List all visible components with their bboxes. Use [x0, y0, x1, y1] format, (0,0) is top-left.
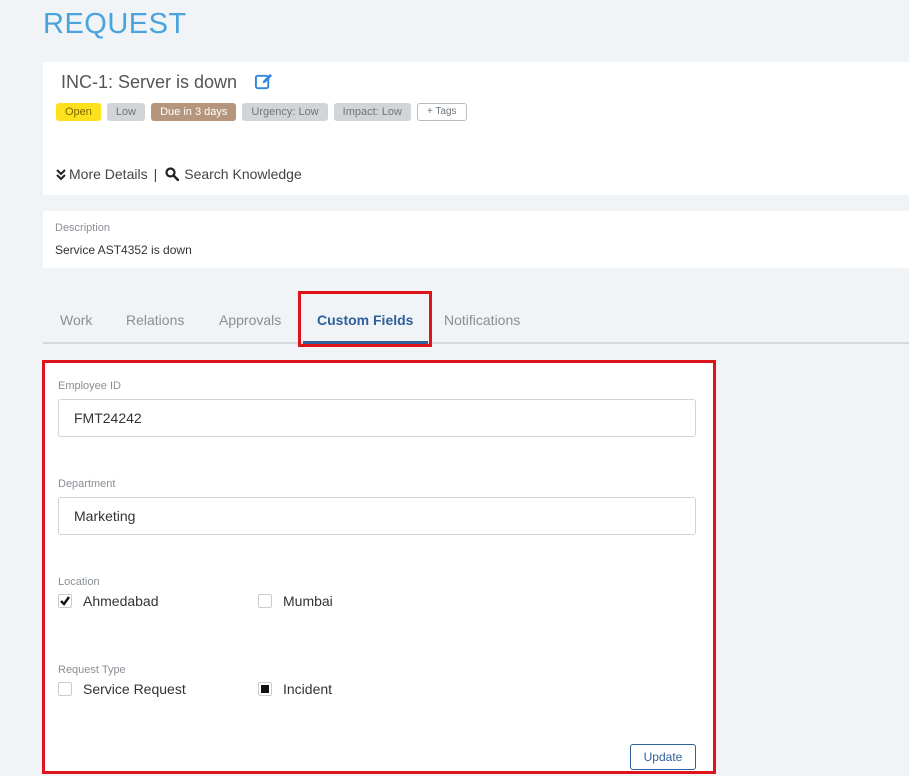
radio-unselected[interactable] — [58, 682, 72, 696]
location-option-mumbai[interactable]: Mumbai — [258, 593, 333, 609]
option-label: Service Request — [83, 681, 186, 697]
check-icon — [60, 596, 70, 606]
search-knowledge-link[interactable]: Search Knowledge — [184, 166, 302, 182]
priority-badge[interactable]: Low — [106, 103, 146, 121]
custom-fields-panel: Employee ID FMT24242 Department Marketin… — [42, 360, 716, 774]
location-label: Location — [58, 576, 100, 588]
radio-selected[interactable] — [258, 682, 272, 696]
page-title: REQUEST — [43, 8, 187, 40]
tab-highlight-box — [298, 291, 432, 347]
request-title: INC-1: Server is down — [61, 72, 238, 92]
department-label: Department — [58, 478, 116, 490]
description-text: Service AST4352 is down — [55, 243, 192, 257]
employee-id-label: Employee ID — [58, 380, 121, 392]
tab-relations[interactable]: Relations — [126, 312, 184, 328]
tab-bar: Work Relations Approvals Custom Fields N… — [43, 290, 909, 344]
checkbox-checked[interactable] — [58, 594, 72, 608]
request-type-option-service-request[interactable]: Service Request — [58, 681, 186, 697]
add-tags-button[interactable]: + Tags — [416, 103, 467, 121]
search-icon — [165, 167, 180, 182]
option-label: Mumbai — [283, 593, 333, 609]
chevron-double-down-icon — [56, 168, 66, 181]
impact-badge[interactable]: Impact: Low — [333, 103, 411, 121]
urgency-badge[interactable]: Urgency: Low — [242, 103, 328, 121]
option-label: Ahmedabad — [83, 593, 159, 609]
request-type-option-incident[interactable]: Incident — [258, 681, 332, 697]
request-header-card: INC-1: Server is down Open Low Due in 3 … — [43, 62, 909, 195]
detail-links: More Details | Search Knowledge — [56, 166, 302, 182]
update-button[interactable]: Update — [630, 744, 696, 770]
edit-icon[interactable] — [254, 72, 273, 91]
location-option-ahmedabad[interactable]: Ahmedabad — [58, 593, 159, 609]
checkbox-unchecked[interactable] — [258, 594, 272, 608]
department-input[interactable]: Marketing — [58, 497, 696, 535]
tab-work[interactable]: Work — [60, 312, 92, 328]
description-label: Description — [55, 222, 111, 234]
badge-row: Open Low Due in 3 days Urgency: Low Impa… — [56, 103, 467, 121]
request-type-label: Request Type — [58, 664, 126, 676]
status-badge[interactable]: Open — [56, 103, 101, 121]
option-label: Incident — [283, 681, 333, 697]
link-separator: | — [153, 166, 158, 182]
description-card: Description Service AST4352 is down — [43, 211, 909, 268]
tab-notifications[interactable]: Notifications — [444, 312, 520, 328]
employee-id-input[interactable]: FMT24242 — [58, 399, 696, 437]
more-details-link[interactable]: More Details — [69, 166, 148, 182]
tab-approvals[interactable]: Approvals — [219, 312, 281, 328]
due-badge[interactable]: Due in 3 days — [151, 103, 237, 121]
